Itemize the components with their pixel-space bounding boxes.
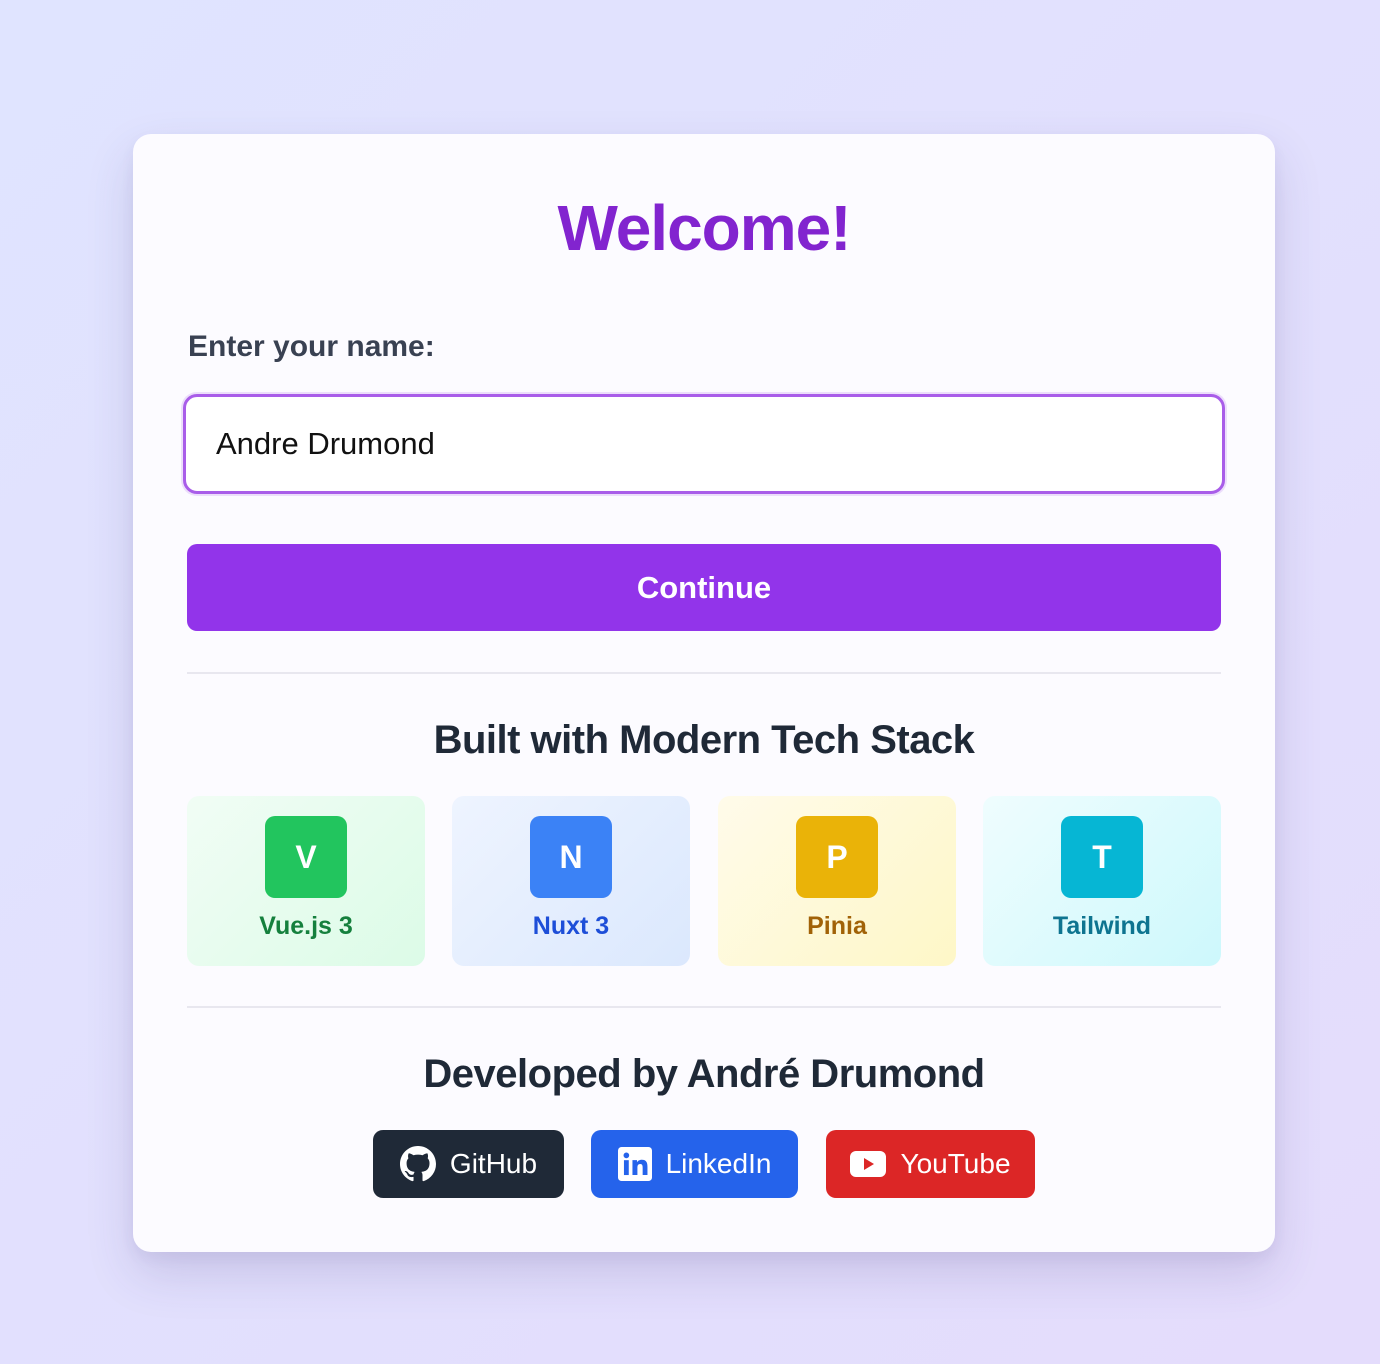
tech-stack-heading: Built with Modern Tech Stack [433,718,975,762]
name-label: Enter your name: [188,330,435,363]
tech-name-pinia: Pinia [807,912,867,940]
tech-name-vue: Vue.js 3 [259,912,353,940]
github-label: GitHub [449,1148,538,1179]
name-input[interactable] [183,394,1225,494]
youtube-label: YouTube [900,1148,1011,1179]
pinia-badge-icon: P [796,816,878,898]
tech-name-tailwind: Tailwind [1052,912,1152,940]
divider [187,1006,1221,1008]
page-title: Welcome! [557,192,851,264]
vue-badge-icon: V [265,816,347,898]
github-button[interactable]: GitHub [373,1130,564,1198]
youtube-icon [850,1151,887,1177]
nuxt-badge-icon: N [530,816,612,898]
tech-card-tailwind: T Tailwind [983,796,1221,966]
youtube-button[interactable]: YouTube [826,1130,1035,1198]
tech-card-vue: V Vue.js 3 [187,796,425,966]
tailwind-badge-icon: T [1061,816,1143,898]
linkedin-icon [617,1147,652,1181]
github-icon [399,1146,436,1182]
tech-card-nuxt: N Nuxt 3 [452,796,690,966]
continue-button[interactable]: Continue [187,544,1221,631]
welcome-card: Welcome! Enter your name: Continue Built… [133,134,1275,1252]
tech-name-nuxt: Nuxt 3 [532,912,610,940]
divider [187,672,1221,674]
tech-card-pinia: P Pinia [718,796,956,966]
developer-heading: Developed by André Drumond [423,1052,985,1096]
linkedin-label: LinkedIn [665,1148,772,1179]
linkedin-button[interactable]: LinkedIn [591,1130,798,1198]
